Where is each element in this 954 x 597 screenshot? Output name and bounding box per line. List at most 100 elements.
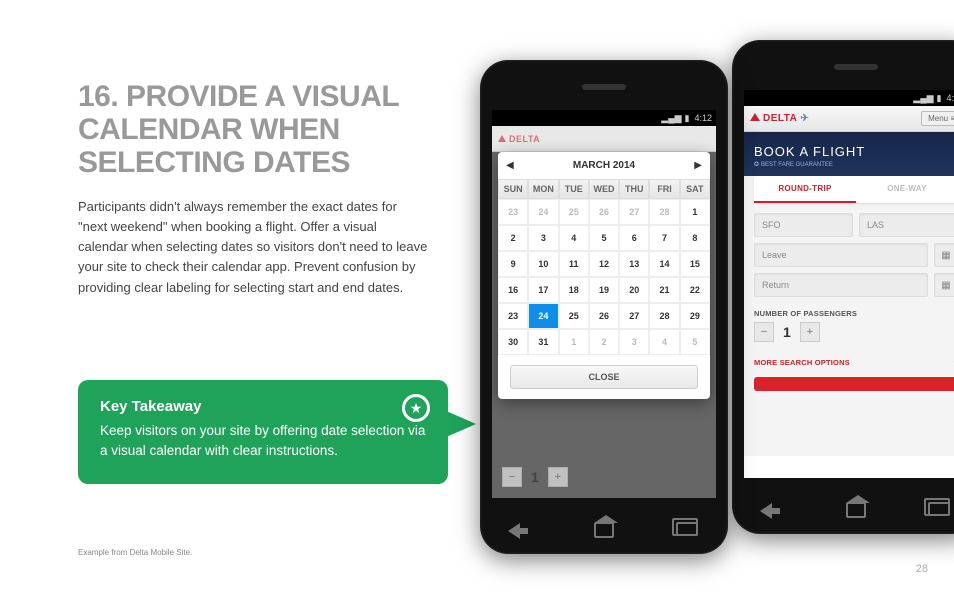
close-button[interactable]: CLOSE xyxy=(510,365,698,389)
passenger-value: 1 xyxy=(779,324,795,340)
calendar-day[interactable]: 25 xyxy=(559,303,589,329)
increment-button[interactable]: + xyxy=(800,322,820,342)
more-search-options-link[interactable]: MORE SEARCH OPTIONS▾ xyxy=(754,358,954,367)
best-fare-guarantee: ✪BEST FARE GUARANTEE xyxy=(754,161,954,168)
calendar-day[interactable]: 23 xyxy=(498,303,528,329)
decrement-button[interactable]: − xyxy=(502,467,522,487)
status-time: 4:12 xyxy=(694,113,712,123)
calendar-dow: FRI xyxy=(649,179,679,199)
wifi-icon: ▂▄▆ xyxy=(913,93,933,104)
android-home-button[interactable] xyxy=(843,502,869,520)
calendar-day[interactable]: 27 xyxy=(619,303,649,329)
calendar-day[interactable]: 5 xyxy=(589,225,619,251)
decrement-button[interactable]: − xyxy=(754,322,774,342)
calendar-day[interactable]: 24 xyxy=(528,199,558,225)
delta-logo: DELTA xyxy=(498,134,540,144)
calendar-day[interactable]: 5 xyxy=(680,329,710,355)
calendar-day[interactable]: 14 xyxy=(649,251,679,277)
calendar-day[interactable]: 11 xyxy=(559,251,589,277)
calendar-day[interactable]: 8 xyxy=(680,225,710,251)
return-date-field[interactable]: Return xyxy=(754,273,928,297)
calendar-dow: THU xyxy=(619,179,649,199)
callout-pointer xyxy=(444,410,476,438)
tab-one-way[interactable]: ONE-WAY xyxy=(856,176,954,203)
calendar-dow: SUN xyxy=(498,179,528,199)
increment-button[interactable]: + xyxy=(548,467,568,487)
calendar-day[interactable]: 9 xyxy=(498,251,528,277)
phone-mockup-calendar: ▂▄▆ ▮ 4:12 DELTA ◀ MARCH 2014 ▶ SUNMONTU… xyxy=(480,60,728,554)
calendar-day[interactable]: 22 xyxy=(680,277,710,303)
to-field[interactable]: LAS xyxy=(859,213,954,237)
calendar-day[interactable]: 29 xyxy=(680,303,710,329)
battery-icon: ▮ xyxy=(937,93,942,104)
calendar-day[interactable]: 24 xyxy=(528,303,558,329)
android-recent-button[interactable] xyxy=(674,522,700,540)
calendar-dow: TUE xyxy=(559,179,589,199)
calendar-day[interactable]: 1 xyxy=(559,329,589,355)
passenger-value: 1 xyxy=(527,469,543,485)
android-recent-button[interactable] xyxy=(926,502,952,520)
passenger-stepper: − 1 + xyxy=(502,467,706,487)
calendar-day[interactable]: 31 xyxy=(528,329,558,355)
calendar-grid: SUNMONTUEWEDTHUFRISAT2324252627281234567… xyxy=(498,179,710,355)
footnote: Example from Delta Mobile Site. xyxy=(78,548,192,557)
delta-logo: DELTA ✈ xyxy=(750,113,809,124)
from-field[interactable]: SFO xyxy=(754,213,853,237)
leave-date-field[interactable]: Leave xyxy=(754,243,928,267)
status-bar: ▂▄▆ ▮ 4:12 xyxy=(744,90,954,106)
calendar-day[interactable]: 20 xyxy=(619,277,649,303)
calendar-day[interactable]: 2 xyxy=(498,225,528,251)
calendar-day[interactable]: 30 xyxy=(498,329,528,355)
calendar-day[interactable]: 28 xyxy=(649,199,679,225)
status-time: 4:12 xyxy=(946,93,954,103)
calendar-dow: WED xyxy=(589,179,619,199)
search-button[interactable] xyxy=(754,377,954,391)
calendar-day[interactable]: 23 xyxy=(498,199,528,225)
next-month-button[interactable]: ▶ xyxy=(694,160,702,171)
calendar-day[interactable]: 15 xyxy=(680,251,710,277)
calendar-day[interactable]: 25 xyxy=(559,199,589,225)
android-back-button[interactable] xyxy=(760,502,786,520)
calendar-month-label: MARCH 2014 xyxy=(573,160,635,171)
calendar-dow: SAT xyxy=(680,179,710,199)
android-back-button[interactable] xyxy=(508,522,534,540)
calendar-day[interactable]: 1 xyxy=(680,199,710,225)
calendar-day[interactable]: 26 xyxy=(589,199,619,225)
calendar-day[interactable]: 3 xyxy=(619,329,649,355)
menu-button[interactable]: Menu ≡ xyxy=(921,111,954,126)
calendar-icon[interactable]: ▦ xyxy=(934,273,954,297)
calendar-day[interactable]: 3 xyxy=(528,225,558,251)
prev-month-button[interactable]: ◀ xyxy=(506,160,514,171)
calendar-day[interactable]: 19 xyxy=(589,277,619,303)
battery-icon: ▮ xyxy=(685,113,690,124)
calendar-day[interactable]: 16 xyxy=(498,277,528,303)
calendar-day[interactable]: 18 xyxy=(559,277,589,303)
tab-round-trip[interactable]: ROUND-TRIP xyxy=(754,176,856,203)
calendar-day[interactable]: 7 xyxy=(649,225,679,251)
calendar-day[interactable]: 12 xyxy=(589,251,619,277)
page-number: 28 xyxy=(916,563,928,575)
calendar-dow: MON xyxy=(528,179,558,199)
calendar-day[interactable]: 2 xyxy=(589,329,619,355)
calendar-day[interactable]: 13 xyxy=(619,251,649,277)
phone-mockup-booking: ▂▄▆ ▮ 4:12 DELTA ✈ Menu ≡ BOOK A FLIGHT … xyxy=(732,40,954,534)
calendar-day[interactable]: 27 xyxy=(619,199,649,225)
status-bar: ▂▄▆ ▮ 4:12 xyxy=(492,110,716,126)
calendar-day[interactable]: 21 xyxy=(649,277,679,303)
more-search-options-link[interactable]: MORE SEARCH OPTIONS▾ xyxy=(502,497,706,498)
calendar-day[interactable]: 4 xyxy=(649,329,679,355)
passengers-label: NUMBER OF PASSENGERS xyxy=(754,309,954,318)
calendar-day[interactable]: 28 xyxy=(649,303,679,329)
takeaway-title: Key Takeaway xyxy=(100,398,426,415)
calendar-day[interactable]: 10 xyxy=(528,251,558,277)
calendar-icon[interactable]: ▦ xyxy=(934,243,954,267)
takeaway-text: Keep visitors on your site by offering d… xyxy=(100,421,426,462)
key-takeaway-card: Key Takeaway Keep visitors on your site … xyxy=(78,380,448,484)
calendar-day[interactable]: 4 xyxy=(559,225,589,251)
calendar-day[interactable]: 6 xyxy=(619,225,649,251)
calendar-day[interactable]: 26 xyxy=(589,303,619,329)
book-flight-title: BOOK A FLIGHT xyxy=(754,144,954,159)
chevron-down-icon: ▾ xyxy=(702,497,706,498)
calendar-day[interactable]: 17 xyxy=(528,277,558,303)
android-home-button[interactable] xyxy=(591,522,617,540)
